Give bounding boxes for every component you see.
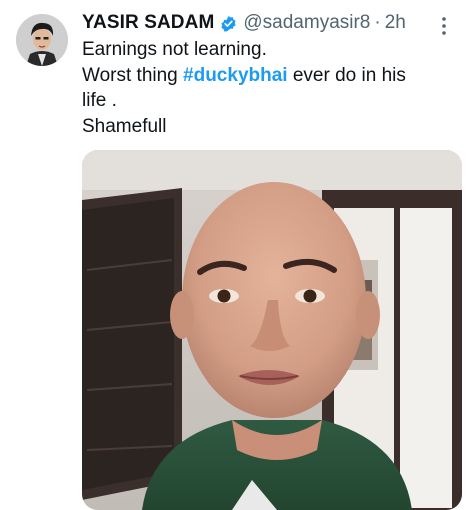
author-handle[interactable]: @sadamyasir8 [243,12,370,34]
tweet-media-video[interactable] [82,150,462,510]
avatar-image [16,14,68,66]
tweet-text-line-3: life . [82,90,117,111]
tweet-text-line-1: Earnings not learning. [82,39,267,60]
tweet-timestamp[interactable]: 2h [385,12,406,34]
tweet-card[interactable]: YASIR SADAM @sadamyasir8 · 2h Earnings n… [0,0,476,510]
more-options-icon[interactable] [442,17,446,35]
tweet-text-line-2: Worst thing #duckybhai ever do in his [82,63,462,89]
video-thumbnail [82,150,462,510]
author-name[interactable]: YASIR SADAM [82,12,214,34]
separator-dot: · [374,12,381,33]
tweet-header: YASIR SADAM @sadamyasir8 · 2h [82,10,466,36]
tweet-text-segment: ever do in his [287,64,406,86]
verified-badge-icon [221,15,236,31]
tweet-text: Earnings not learning. Worst thing #duck… [82,37,462,139]
hashtag-link[interactable]: #duckybhai [183,65,288,86]
author-avatar[interactable] [16,14,68,66]
tweet-text-segment: Worst thing [82,64,184,86]
tweet-text-line-4: Shamefull [82,115,167,137]
